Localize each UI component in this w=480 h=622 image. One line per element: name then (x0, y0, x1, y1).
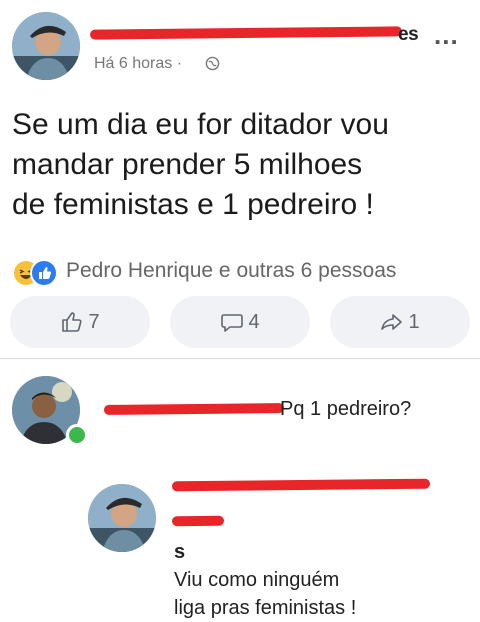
more-options-button[interactable]: ... (434, 22, 459, 48)
like-button[interactable]: 7 (10, 296, 150, 348)
post-timestamp[interactable]: Há 6 horas · (94, 55, 182, 73)
share-count: 1 (408, 310, 420, 333)
post-text-line: Se um dia eu for ditador vou (12, 108, 389, 141)
thumbs-up-icon (62, 312, 82, 332)
reply-comment: s Viu como ninguém liga pras feministas … (174, 510, 356, 622)
reply-name-redaction (171, 478, 431, 492)
post-text: Se um dia eu for ditador vou mandar pren… (12, 105, 472, 225)
comment-icon (221, 314, 244, 332)
like-count: 7 (88, 310, 100, 333)
reaction-summary-text[interactable]: Pedro Henrique e outras 6 pessoas (66, 259, 396, 283)
commenter-name-redaction (103, 403, 285, 415)
author-name-tail: es (398, 24, 419, 45)
online-status-dot (66, 424, 88, 446)
comment-button[interactable]: 4 (170, 296, 310, 348)
author-avatar[interactable] (12, 12, 80, 80)
like-icon (30, 259, 58, 287)
reply-line-1: s Viu como ninguém (174, 510, 356, 594)
post-actions: 7 4 1 (10, 296, 470, 348)
section-divider (0, 358, 480, 359)
globe-icon (205, 56, 220, 71)
reply-author-name-tail[interactable]: s (174, 538, 356, 566)
reply-text-line: Viu como ninguém (174, 569, 340, 591)
share-icon (381, 314, 403, 330)
post-text-line: de feministas e 1 pedreiro ! (12, 188, 374, 221)
reactions-summary[interactable]: Pedro Henrique e outras 6 pessoas (12, 258, 472, 287)
author-name-redaction (89, 26, 403, 40)
reply-author-avatar[interactable] (88, 484, 156, 552)
reply-text-line: liga pras feministas ! (174, 597, 357, 619)
timestamp-text: Há 6 horas (94, 55, 173, 72)
post-text-line: mandar prender 5 milhoes (12, 148, 363, 181)
share-button[interactable]: 1 (330, 296, 470, 348)
comment-count: 4 (248, 310, 260, 333)
post-header: es ... Há 6 horas · (0, 0, 480, 90)
timestamp-separator: · (176, 55, 183, 72)
comment-text: Pq 1 pedreiro? (280, 398, 412, 420)
